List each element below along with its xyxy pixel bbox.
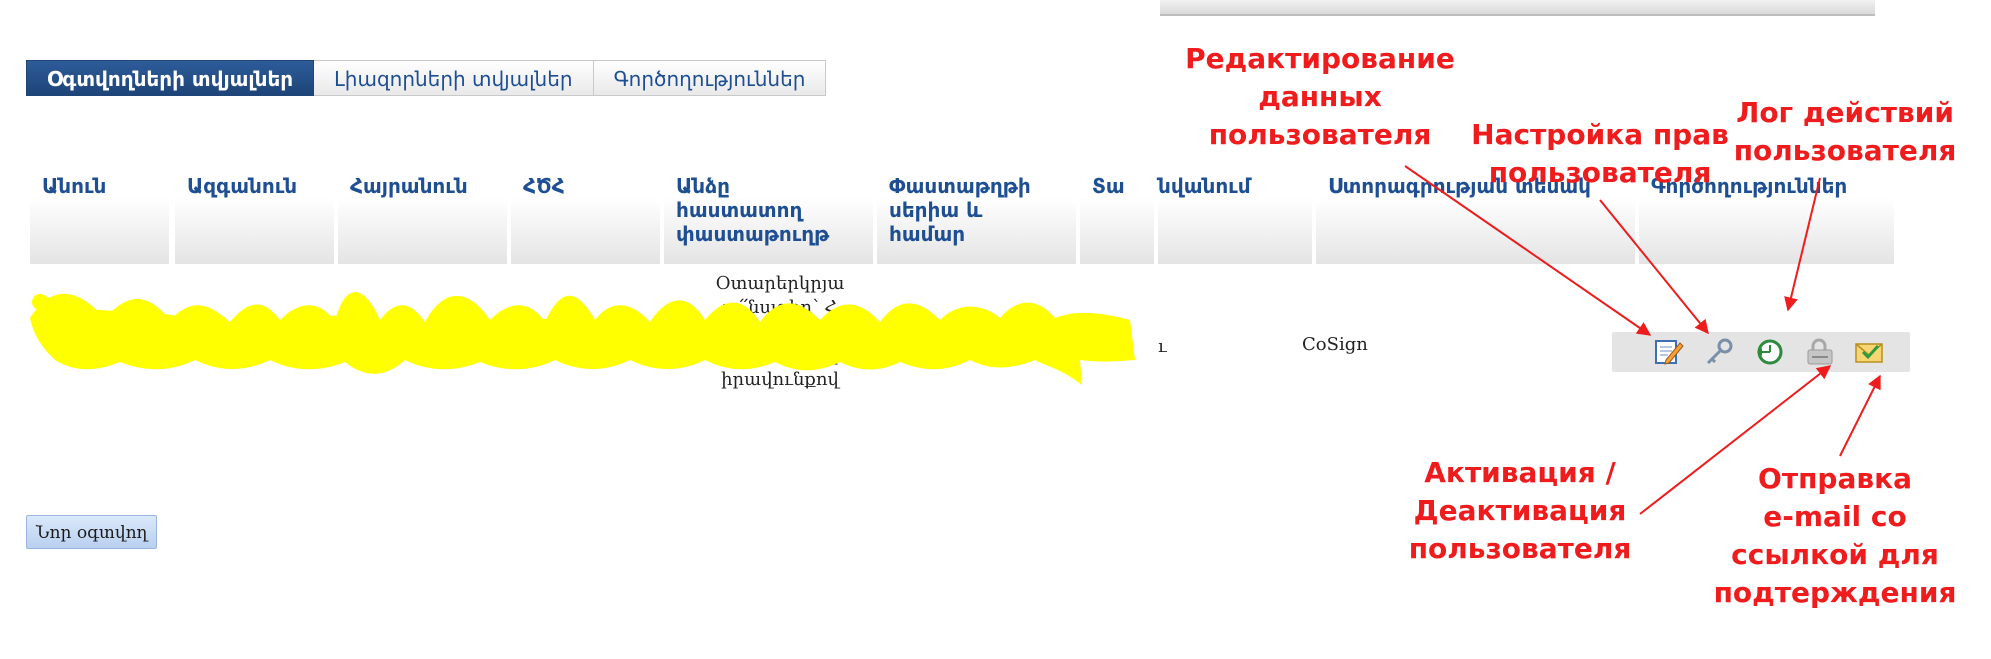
- arrow-edit: [1404, 165, 1652, 336]
- annotation-arrows: [1404, 165, 1881, 515]
- arrow-activate: [1639, 365, 1832, 515]
- arrow-log: [1784, 177, 1821, 312]
- arrow-rights: [1599, 199, 1709, 335]
- arrow-email: [1839, 374, 1881, 457]
